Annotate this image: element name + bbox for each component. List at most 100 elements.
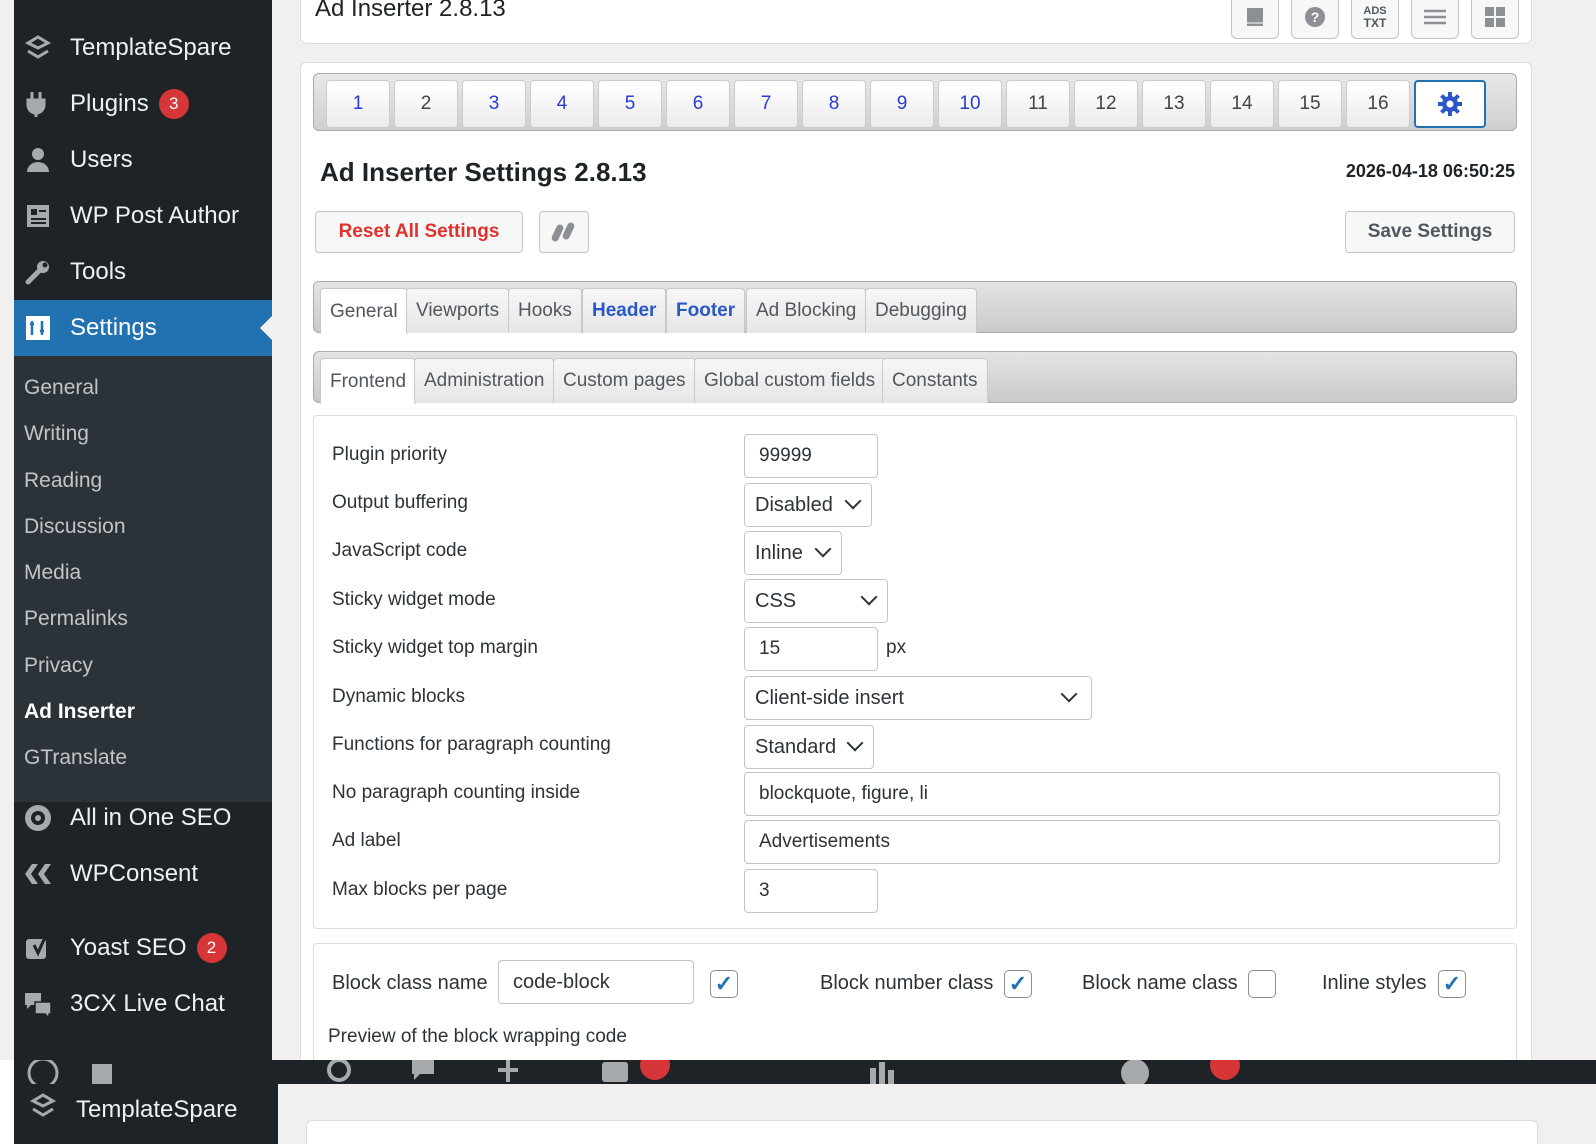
- main-content: Ad Inserter 2.8.13 ? ADS TXT 1 2 3 4 5 6…: [272, 0, 1596, 1060]
- sidebar-item-settings[interactable]: Settings: [14, 300, 272, 356]
- plugin-header-card: Ad Inserter 2.8.13 ? ADS TXT: [300, 0, 1532, 44]
- sidebar-item-wpconsent[interactable]: WPConsent: [14, 846, 272, 902]
- updates-icon[interactable]: [326, 1060, 352, 1084]
- sidebar-item-label: TemplateSpare: [76, 1095, 238, 1123]
- sidebar-item-all-in-one-seo[interactable]: All in One SEO: [14, 790, 272, 846]
- block-tab-6[interactable]: 6: [666, 80, 730, 128]
- sidebar-item-tools[interactable]: Tools: [14, 244, 272, 300]
- help-icon[interactable]: ?: [1291, 0, 1339, 39]
- block-class-checkbox[interactable]: ✓: [710, 970, 738, 998]
- wordpress-logo-icon[interactable]: [26, 1060, 60, 1084]
- javascript-code-select[interactable]: Inline: [744, 531, 842, 575]
- block-tab-8[interactable]: 8: [802, 80, 866, 128]
- max-blocks-label: Max blocks per page: [332, 879, 508, 900]
- block-number-class-label: Block number class: [820, 972, 994, 994]
- sidebar-item-wp-post-author[interactable]: WP Post Author: [14, 188, 272, 244]
- admin-sidebar-repeat: TemplateSpare: [14, 1084, 278, 1144]
- main-content-repeat: [278, 1084, 1596, 1144]
- block-tab-14[interactable]: 14: [1210, 80, 1274, 128]
- tab-custom-pages[interactable]: Custom pages: [553, 358, 696, 403]
- list-view-icon[interactable]: [1411, 0, 1459, 39]
- tab-footer[interactable]: Footer: [666, 288, 746, 333]
- submenu-item-writing[interactable]: Writing: [24, 422, 89, 446]
- yoast-icon: [20, 932, 56, 964]
- sticky-widget-top-margin-label: Sticky widget top margin: [332, 637, 538, 658]
- submenu-item-permalinks[interactable]: Permalinks: [24, 607, 128, 631]
- tab-hooks[interactable]: Hooks: [508, 288, 582, 333]
- block-tab-12[interactable]: 12: [1074, 80, 1138, 128]
- inline-styles-checkbox[interactable]: ✓: [1438, 970, 1466, 998]
- block-class-name-input[interactable]: code-block: [498, 960, 694, 1004]
- dynamic-blocks-label: Dynamic blocks: [332, 686, 466, 707]
- preview-wrapping-code-label[interactable]: Preview of the block wrapping code: [328, 1026, 627, 1048]
- plugin-priority-input[interactable]: 99999: [744, 434, 878, 478]
- tab-header[interactable]: Header: [582, 288, 667, 333]
- sidebar-item-templatespare[interactable]: TemplateSpare: [26, 1092, 237, 1127]
- settings-datetime: 2026-04-18 06:50:25: [1345, 161, 1515, 181]
- submenu-item-media[interactable]: Media: [24, 561, 81, 585]
- block-tab-3[interactable]: 3: [462, 80, 526, 128]
- block-tab-1[interactable]: 1: [326, 80, 390, 128]
- save-settings-button[interactable]: Save Settings: [1345, 211, 1515, 253]
- block-tabs: 1 2 3 4 5 6 7 8 9 10 11 12 13 14 15 16: [313, 73, 1517, 131]
- block-tab-11[interactable]: 11: [1006, 80, 1070, 128]
- reset-all-settings-button[interactable]: Reset All Settings: [315, 211, 523, 253]
- block-tab-15[interactable]: 15: [1278, 80, 1342, 128]
- block-tab-4[interactable]: 4: [530, 80, 594, 128]
- paragraph-counting-select[interactable]: Standard: [744, 725, 874, 769]
- feedback-icon[interactable]: [600, 1060, 630, 1084]
- documentation-icon[interactable]: [1231, 0, 1279, 39]
- ads-txt-icon[interactable]: ADS TXT: [1351, 0, 1399, 39]
- sidebar-item-yoast-seo[interactable]: Yoast SEO 2: [14, 920, 272, 976]
- tab-administration[interactable]: Administration: [414, 358, 555, 403]
- tab-debugging[interactable]: Debugging: [865, 288, 977, 333]
- sticky-widget-mode-select[interactable]: CSS: [744, 579, 888, 623]
- sidebar-item-3cx-live-chat[interactable]: 3CX Live Chat: [14, 976, 272, 1032]
- block-tab-9[interactable]: 9: [870, 80, 934, 128]
- seo-icon[interactable]: [1118, 1060, 1152, 1084]
- no-paragraph-counting-inside-label: No paragraph counting inside: [332, 782, 581, 803]
- block-tab-7[interactable]: 7: [734, 80, 798, 128]
- submenu-item-privacy[interactable]: Privacy: [24, 654, 93, 678]
- admin-toolbar: [14, 1060, 1596, 1084]
- grid-view-icon[interactable]: [1471, 0, 1519, 39]
- submenu-item-ad-inserter[interactable]: Ad Inserter: [24, 700, 135, 724]
- dynamic-blocks-select[interactable]: Client-side insert: [744, 676, 1092, 720]
- settings-gear-tab[interactable]: [1414, 80, 1486, 128]
- block-tab-16[interactable]: 16: [1346, 80, 1410, 128]
- users-icon: [20, 144, 56, 176]
- tab-viewports[interactable]: Viewports: [406, 288, 510, 333]
- chevron-down-icon: [860, 588, 878, 606]
- tab-general[interactable]: General: [320, 288, 408, 334]
- submenu-item-general[interactable]: General: [24, 376, 99, 400]
- tab-frontend[interactable]: Frontend: [320, 358, 417, 404]
- sticky-widget-top-margin-input[interactable]: 15: [744, 627, 878, 671]
- tab-global-custom-fields[interactable]: Global custom fields: [694, 358, 886, 403]
- new-content-icon[interactable]: [498, 1060, 518, 1084]
- sidebar-item-plugins[interactable]: Plugins 3: [14, 76, 272, 132]
- tab-constants[interactable]: Constants: [882, 358, 988, 403]
- block-tab-10[interactable]: 10: [938, 80, 1002, 128]
- comments-icon[interactable]: [410, 1060, 436, 1084]
- no-paragraph-counting-inside-input[interactable]: blockquote, figure, li: [744, 772, 1500, 816]
- block-tab-5[interactable]: 5: [598, 80, 662, 128]
- block-tab-13[interactable]: 13: [1142, 80, 1206, 128]
- chevron-down-icon: [844, 492, 862, 510]
- insights-icon[interactable]: [868, 1060, 896, 1084]
- output-buffering-value: Disabled: [755, 493, 833, 516]
- submenu-item-discussion[interactable]: Discussion: [24, 515, 126, 539]
- submenu-item-reading[interactable]: Reading: [24, 469, 102, 493]
- block-name-class-checkbox[interactable]: [1248, 970, 1276, 998]
- home-icon[interactable]: [90, 1060, 114, 1084]
- plugin-title: Ad Inserter 2.8.13: [315, 0, 506, 22]
- tab-ad-blocking[interactable]: Ad Blocking: [746, 288, 867, 333]
- sidebar-item-users[interactable]: Users: [14, 132, 272, 188]
- submenu-item-gtranslate[interactable]: GTranslate: [24, 746, 127, 770]
- ad-label-input[interactable]: Advertisements: [744, 820, 1500, 864]
- toggle-button[interactable]: [539, 211, 589, 253]
- block-number-class-checkbox[interactable]: ✓: [1004, 970, 1032, 998]
- sidebar-item-templatespare[interactable]: TemplateSpare: [14, 20, 272, 76]
- max-blocks-input[interactable]: 3: [744, 869, 878, 913]
- output-buffering-select[interactable]: Disabled: [744, 483, 872, 527]
- block-tab-2[interactable]: 2: [394, 80, 458, 128]
